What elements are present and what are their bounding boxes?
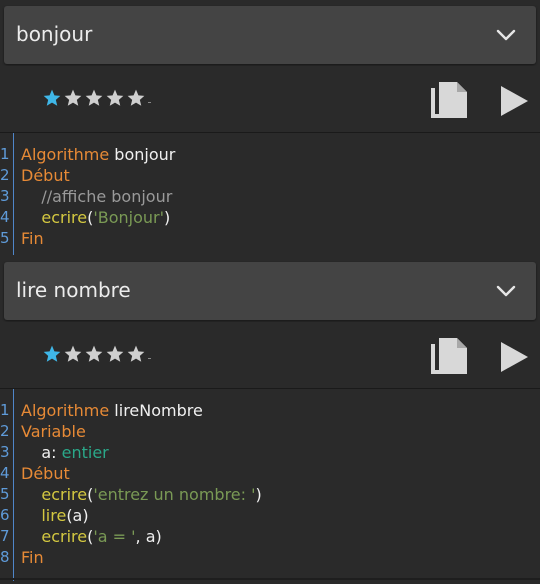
line-number: 1	[0, 401, 10, 419]
code-token: 'entrez un nombre: '	[93, 485, 256, 504]
line-number: 2	[0, 166, 10, 184]
star-icon[interactable]	[126, 344, 146, 364]
code-text: Fin	[21, 547, 44, 568]
code-token: (a)	[66, 506, 89, 525]
code-token: bonjour	[114, 145, 176, 164]
code-token: Début	[21, 166, 70, 185]
rating-separator	[148, 101, 151, 103]
code-text: Fin	[21, 228, 44, 249]
line-number: 3	[0, 187, 10, 205]
code-text: Début	[21, 165, 70, 186]
code-token: ecrire	[41, 485, 88, 504]
star-icon[interactable]	[63, 88, 83, 108]
play-icon[interactable]	[497, 84, 531, 118]
code-text: ecrire('Bonjour')	[21, 207, 170, 228]
card-header[interactable]: bonjour	[4, 6, 536, 64]
chevron-down-icon[interactable]	[494, 279, 518, 303]
line-number: 4	[0, 464, 10, 482]
code-token: Algorithme	[21, 401, 115, 420]
copy-icon[interactable]	[428, 336, 470, 378]
code-token: 'a = '	[93, 527, 136, 546]
code-text: ecrire('a = ', a)	[21, 526, 162, 547]
line-number: 5	[0, 229, 10, 247]
star-icon[interactable]	[63, 344, 83, 364]
line-number: 6	[0, 506, 10, 524]
chevron-down-icon[interactable]	[494, 23, 518, 47]
code-token: Variable	[21, 422, 86, 441]
star-icon[interactable]	[84, 88, 104, 108]
rating-stars[interactable]	[42, 342, 151, 366]
star-icon[interactable]	[105, 344, 125, 364]
card-title: lire nombre	[16, 278, 131, 302]
rating-separator	[148, 357, 151, 359]
code-token: Algorithme	[21, 145, 115, 164]
card-toolbar	[0, 66, 540, 132]
code-text: a: entier	[21, 442, 109, 463]
code-text: lire(a)	[21, 505, 89, 526]
code-token: )	[163, 208, 171, 227]
code-token: //affiche bonjour	[21, 187, 173, 206]
code-token: Début	[21, 464, 70, 483]
play-icon[interactable]	[497, 340, 531, 374]
star-icon[interactable]	[42, 344, 62, 364]
code-text: //affiche bonjour	[21, 186, 172, 207]
code-block: 1 Algorithme lireNombre 2 Variable 3 a: enti…	[0, 388, 540, 581]
code-token: a:	[21, 443, 62, 462]
bottom-divider	[0, 578, 540, 580]
code-token: lire	[41, 506, 67, 525]
code-token: 'Bonjour'	[93, 208, 164, 227]
code-token: ecrire	[41, 208, 88, 227]
card-header[interactable]: lire nombre	[4, 262, 536, 320]
line-number: 3	[0, 443, 10, 461]
line-number: 1	[0, 145, 10, 163]
code-token: )	[255, 485, 262, 504]
star-icon[interactable]	[105, 88, 125, 108]
line-number: 8	[0, 548, 10, 566]
code-text: Algorithme lireNombre	[21, 400, 203, 421]
card-toolbar	[0, 322, 540, 388]
code-token: entier	[61, 443, 109, 462]
line-number: 4	[0, 208, 10, 226]
star-icon[interactable]	[42, 88, 62, 108]
code-token: Fin	[21, 229, 44, 248]
line-number: 7	[0, 527, 10, 545]
rating-stars[interactable]	[42, 86, 151, 110]
copy-icon[interactable]	[428, 80, 470, 122]
code-text: Algorithme bonjour	[21, 144, 175, 165]
card-title: bonjour	[16, 22, 93, 46]
code-token: lireNombre	[114, 401, 203, 420]
line-number: 5	[0, 485, 10, 503]
code-block: 1 Algorithme bonjour 2 Début 3 //affiche bon…	[0, 132, 540, 255]
code-token: ecrire	[41, 527, 88, 546]
code-text: ecrire('entrez un nombre: ')	[21, 484, 262, 505]
code-text: Variable	[21, 421, 86, 442]
star-icon[interactable]	[84, 344, 104, 364]
code-token: , a)	[135, 527, 162, 546]
code-text: Début	[21, 463, 70, 484]
line-number: 2	[0, 422, 10, 440]
code-token: Fin	[21, 548, 44, 567]
star-icon[interactable]	[126, 88, 146, 108]
